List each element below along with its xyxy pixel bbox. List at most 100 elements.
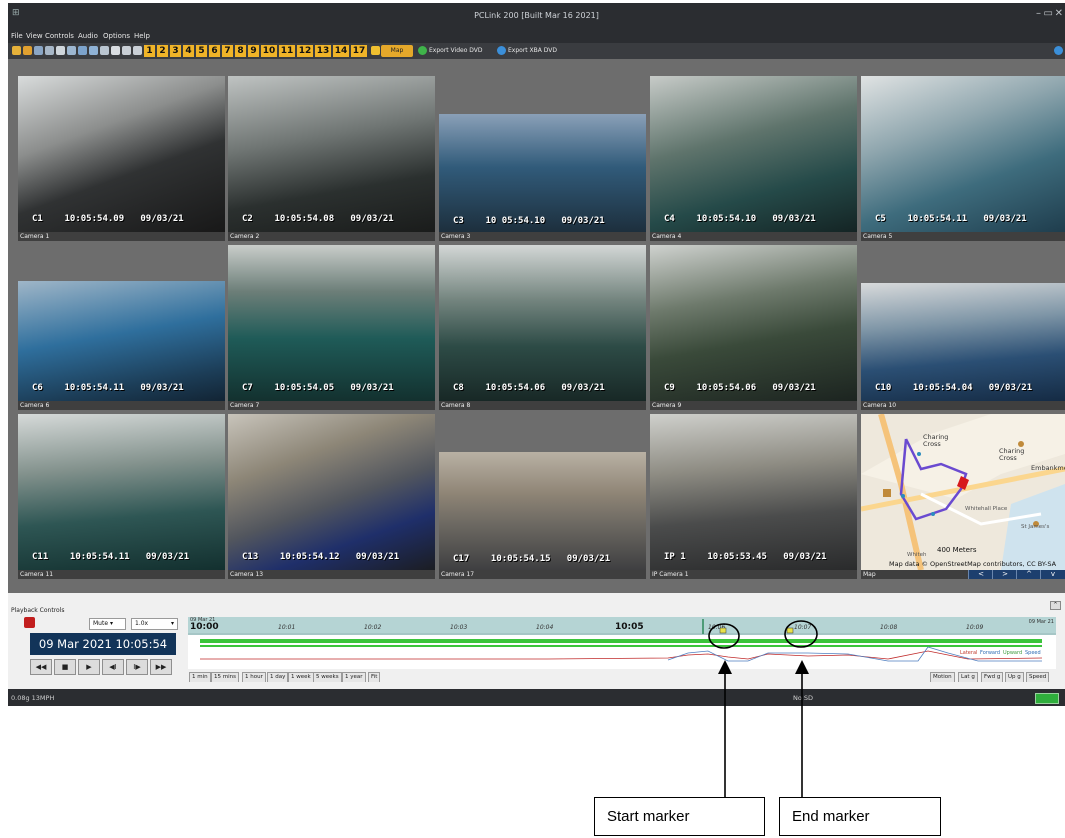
menu-bar: File View Controls Audio Options Help [8, 29, 1065, 43]
camera-tile[interactable]: C13 10:05:54.12 09/03/21 Camera 13 [228, 414, 435, 579]
speed-dropdown[interactable]: 1.0x ▾ [131, 618, 178, 630]
export-xba-icon [497, 46, 506, 55]
menu-view[interactable]: View [26, 32, 43, 40]
zoom-tab-1year[interactable]: 1 year [342, 672, 366, 682]
camera-tile[interactable]: C6 10:05:54.11 09/03/21 Camera 6 [18, 245, 225, 410]
map-pan-right-button[interactable]: > [992, 570, 1017, 579]
minimize-icon[interactable]: – [1036, 8, 1041, 19]
camera-button-3[interactable]: 3 [170, 45, 181, 57]
zoom-tab-1min[interactable]: 1 min [189, 672, 211, 682]
map-button[interactable]: Map [381, 45, 413, 57]
maximize-icon[interactable]: ▭ [1044, 8, 1053, 19]
camera-tile[interactable]: C5 10:05:54.11 09/03/21 Camera 5 [861, 76, 1065, 241]
zoom-tab-15mins[interactable]: 15 mins [211, 672, 239, 682]
save-icon[interactable] [34, 46, 43, 55]
menu-file[interactable]: File [11, 32, 23, 40]
camera-tile[interactable]: C1 10:05:54.09 09/03/21 Camera 1 [18, 76, 225, 241]
sensor-tab-fwd-g[interactable]: Fwd g [981, 672, 1004, 682]
camera-button-11[interactable]: 11 [279, 45, 295, 57]
settings-icon[interactable] [100, 46, 109, 55]
pin-icon[interactable] [371, 46, 380, 55]
camera-feed [439, 245, 646, 401]
step-back-button[interactable]: ◀I [102, 659, 124, 675]
camera-tile[interactable]: C9 10:05:54.06 09/03/21 Camera 9 [650, 245, 857, 410]
document-icon[interactable] [56, 46, 65, 55]
camera-button-12[interactable]: 12 [297, 45, 313, 57]
camera-button-8[interactable]: 8 [235, 45, 246, 57]
rewind-button[interactable]: ◀◀ [30, 659, 52, 675]
camera-tile[interactable]: C10 10:05:54.04 09/03/21 Camera 10 [861, 245, 1065, 410]
export-icon[interactable] [45, 46, 54, 55]
camera-tile[interactable]: C11 10:05:54.11 09/03/21 Camera 11 [18, 414, 225, 579]
zoom-tab-1week[interactable]: 1 week [288, 672, 314, 682]
camera-button-9[interactable]: 9 [248, 45, 259, 57]
camera-button-10[interactable]: 10 [261, 45, 277, 57]
camera-button-13[interactable]: 13 [315, 45, 331, 57]
map-pan-down-button[interactable]: v [1040, 570, 1065, 579]
camera-tile[interactable]: IP 1 10:05:53.45 09/03/21 IP Camera 1 [650, 414, 857, 579]
menu-controls[interactable]: Controls [45, 32, 74, 40]
open-folder-icon[interactable] [12, 46, 21, 55]
zoom-tab-1day[interactable]: 1 day [267, 672, 289, 682]
start-marker[interactable] [719, 627, 727, 634]
toolbar: 1 2 3 4 5 6 7 8 9 10 11 12 13 14 17 Map … [8, 43, 1065, 59]
camera-tile[interactable]: C3 10 05:54.10 09/03/21 Camera 3 [439, 76, 646, 241]
timeline[interactable]: 09 Mar 21 09 Mar 21 10:00 10:01 10:02 10… [188, 617, 1056, 669]
playback-panel: Playback Controls Mute ▾ 1.0x ▾ 09 Mar 2… [8, 593, 1065, 689]
sensor-tab-lat-g[interactable]: Lat g [958, 672, 978, 682]
battery-icon [1035, 693, 1059, 704]
mute-dropdown[interactable]: Mute ▾ [89, 618, 126, 630]
map-tile[interactable]: Charing Cross Charing Cross Embankme Whi… [861, 414, 1065, 579]
step-forward-button[interactable]: I▶ [126, 659, 148, 675]
window-title: PCLink 200 [Built Mar 16 2021] [474, 11, 599, 20]
menu-options[interactable]: Options [103, 32, 130, 40]
end-marker[interactable] [786, 627, 794, 634]
camera-tile[interactable]: C7 10:05:54.05 09/03/21 Camera 7 [228, 245, 435, 410]
camera-osd: C13 10:05:54.12 09/03/21 [242, 552, 400, 562]
copy-icon[interactable] [67, 46, 76, 55]
snapshot-icon[interactable] [78, 46, 87, 55]
camera-button-14[interactable]: 14 [333, 45, 349, 57]
menu-audio[interactable]: Audio [78, 32, 98, 40]
camera-button-5[interactable]: 5 [196, 45, 207, 57]
camera-tile[interactable]: C4 10:05:54.10 09/03/21 Camera 4 [650, 76, 857, 241]
export-xba-dvd-button[interactable]: Export XBA DVD [508, 47, 557, 54]
camera-tile[interactable]: C17 10:05:54.15 09/03/21 Camera 17 [439, 414, 646, 579]
record-icon[interactable] [24, 617, 35, 628]
open-file-icon[interactable] [23, 46, 32, 55]
close-icon[interactable]: ✕ [1055, 8, 1063, 19]
camera-button-4[interactable]: 4 [183, 45, 194, 57]
menu-help[interactable]: Help [134, 32, 150, 40]
camera-label: Camera 9 [650, 401, 857, 410]
camera-tile[interactable]: C2 10:05:54.08 09/03/21 Camera 2 [228, 76, 435, 241]
sensor-tab-motion[interactable]: Motion [930, 672, 955, 682]
camera-button-7[interactable]: 7 [222, 45, 233, 57]
sensor-tab-speed[interactable]: Speed [1026, 672, 1050, 682]
camera-osd: C11 10:05:54.11 09/03/21 [32, 552, 190, 562]
zoom-tab-fit[interactable]: Fit [368, 672, 381, 682]
collapse-panel-icon[interactable]: ^ [1050, 601, 1061, 610]
camera-button-17[interactable]: 17 [351, 45, 367, 57]
single-view-icon[interactable] [111, 46, 120, 55]
sensor-tab-up-g[interactable]: Up g [1005, 672, 1024, 682]
camera-tile[interactable]: C8 10:05:54.06 09/03/21 Camera 8 [439, 245, 646, 410]
quad-view-icon[interactable] [122, 46, 131, 55]
map-pan-left-button[interactable]: < [968, 570, 993, 579]
play-button[interactable]: ▶ [78, 659, 100, 675]
fast-forward-button[interactable]: ▶▶ [150, 659, 172, 675]
camera-button-6[interactable]: 6 [209, 45, 220, 57]
map-pan-up-button[interactable]: ^ [1016, 570, 1041, 579]
zoom-tab-1hour[interactable]: 1 hour [242, 672, 266, 682]
map-attribution: Map data © OpenStreetMap contributors, C… [889, 560, 1057, 568]
help-icon[interactable] [1054, 46, 1063, 55]
camera-feed [439, 114, 646, 232]
zoom-tab-5weeks[interactable]: 5 weeks [313, 672, 342, 682]
camera-grid: C1 10:05:54.09 09/03/21 Camera 1 C2 10:0… [8, 59, 1065, 593]
camera-button-1[interactable]: 1 [144, 45, 155, 57]
grid-view-icon[interactable] [133, 46, 142, 55]
stop-button[interactable]: ■ [54, 659, 76, 675]
export-video-dvd-button[interactable]: Export Video DVD [429, 47, 483, 54]
camera-button-2[interactable]: 2 [157, 45, 168, 57]
camera-feed [650, 414, 857, 570]
print-icon[interactable] [89, 46, 98, 55]
